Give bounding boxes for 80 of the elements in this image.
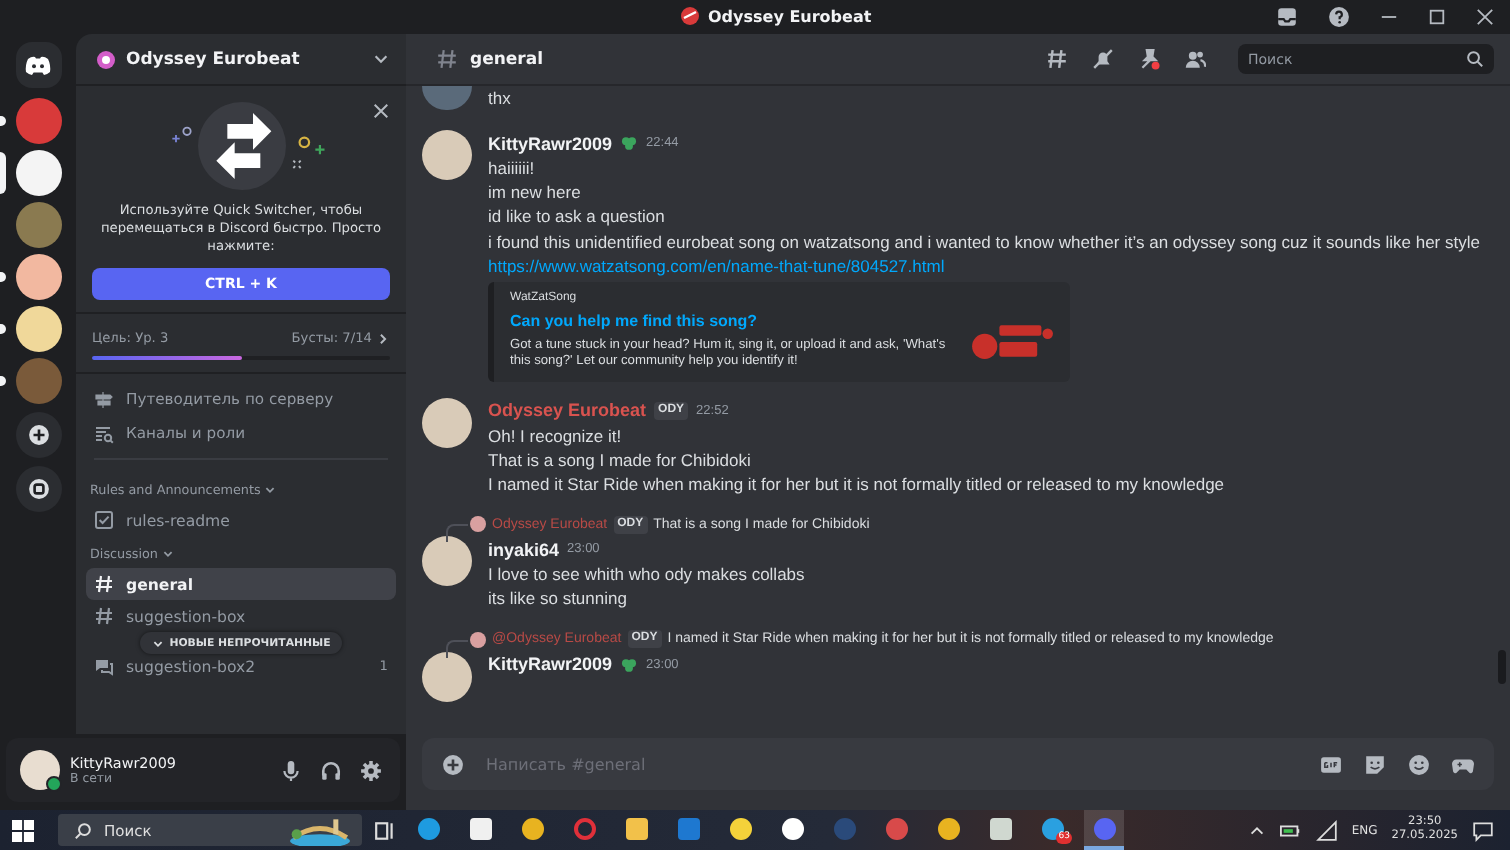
user-avatar[interactable] <box>422 536 472 587</box>
window-title: Odyssey Eurobeat <box>708 7 872 25</box>
message-text: thx <box>488 86 511 111</box>
microphone-icon[interactable] <box>280 759 302 781</box>
discord-logo-button[interactable] <box>15 42 61 88</box>
server-logo-icon <box>680 6 700 26</box>
chevron-down-icon <box>151 637 164 649</box>
settings-icon[interactable] <box>360 759 382 781</box>
server-icon[interactable] <box>15 254 61 300</box>
battery-icon[interactable] <box>1279 819 1302 841</box>
headphones-icon[interactable] <box>320 759 342 781</box>
message-composer[interactable]: Написать #general <box>422 738 1494 790</box>
online-status-dot <box>46 776 62 792</box>
user-avatar[interactable] <box>422 130 472 180</box>
message-text: Oh! I recognize it! <box>488 423 622 448</box>
server-indicator <box>0 116 6 126</box>
user-avatar <box>470 516 486 533</box>
task-view-icon[interactable] <box>374 819 396 841</box>
emoji-icon[interactable] <box>1408 753 1430 775</box>
server-indicator <box>0 376 6 386</box>
server-indicator <box>0 324 6 334</box>
message-text: haiiiiii! <box>488 156 535 181</box>
server-icon[interactable] <box>15 150 61 196</box>
server-indicator <box>0 152 6 194</box>
compass-icon <box>27 478 49 500</box>
close-icon[interactable] <box>372 102 390 120</box>
notifications-icon[interactable] <box>1472 819 1494 841</box>
discover-button[interactable] <box>15 466 61 512</box>
forum-icon <box>94 656 114 676</box>
message-text: i found this unidentified eurobeat song on watzatsong and i wanted to know whether it’s an odyssey song cuz it sounds like her style <box>488 229 1480 254</box>
close-icon[interactable] <box>1476 8 1494 26</box>
search-icon <box>74 821 92 839</box>
message-text: I love to see whith who ody makes collabs <box>488 562 805 587</box>
help-icon[interactable] <box>1328 6 1350 28</box>
members-icon[interactable] <box>1184 48 1206 70</box>
search-icon <box>1466 50 1484 68</box>
message-author[interactable]: inyaki64 <box>488 539 560 560</box>
checklist-icon <box>94 510 114 530</box>
message-text: im new here <box>488 180 581 205</box>
message-link[interactable]: https://www.watzatsong.com/en/name-that-tune/804527.html <box>488 253 945 278</box>
message-text: I named it Star Ride when making it for her but it is not formally titled or released to my knowledge <box>488 472 1225 497</box>
channel-title: general <box>470 49 544 69</box>
user-avatar[interactable] <box>422 651 472 702</box>
message-text: its like so stunning <box>488 586 627 612</box>
hashtag-icon <box>94 606 114 626</box>
server-icon[interactable] <box>15 306 61 352</box>
server-indicator <box>0 272 6 282</box>
message-input-field[interactable]: Написать #general <box>486 755 1298 773</box>
start-icon[interactable] <box>12 819 34 841</box>
maximize-icon[interactable] <box>1428 8 1446 26</box>
inbox-icon[interactable] <box>1276 6 1298 28</box>
chevron-right-icon <box>376 331 390 345</box>
add-icon[interactable] <box>442 753 464 775</box>
user-avatar <box>470 631 486 648</box>
list-search-icon <box>94 423 114 443</box>
chevron-down-icon <box>372 50 390 68</box>
plus-icon <box>27 424 49 446</box>
message-text: id like to ask a question <box>488 204 665 230</box>
pin-icon[interactable] <box>1138 48 1160 70</box>
user-avatar[interactable] <box>422 397 472 448</box>
server-logo-icon <box>96 49 116 69</box>
wifi-icon[interactable] <box>1315 819 1338 841</box>
message-author[interactable]: KittyRawr2009 <box>488 654 613 675</box>
embed-title[interactable]: Can you help me find this song? <box>510 311 958 330</box>
bridge-illustration-icon <box>286 815 354 845</box>
sticker-icon[interactable] <box>1364 753 1386 775</box>
message-text: That is a song I made for Chibidoki <box>488 447 751 473</box>
chevron-down-icon <box>264 484 277 496</box>
message-author[interactable]: Odyssey Eurobeat <box>488 400 647 421</box>
discord-logo-icon <box>24 54 52 76</box>
hashtag-icon <box>94 574 114 594</box>
muted-bell-icon[interactable] <box>1092 48 1114 70</box>
server-header[interactable]: Odyssey Eurobeat <box>76 34 406 86</box>
signpost-icon <box>94 389 114 409</box>
user-avatar[interactable] <box>20 750 60 790</box>
hashtag-icon <box>436 48 458 70</box>
gif-icon[interactable] <box>1320 753 1342 775</box>
chevron-down-icon <box>162 548 174 560</box>
message-author[interactable]: KittyRawr2009 <box>488 133 613 153</box>
add-server-button[interactable] <box>15 412 61 458</box>
